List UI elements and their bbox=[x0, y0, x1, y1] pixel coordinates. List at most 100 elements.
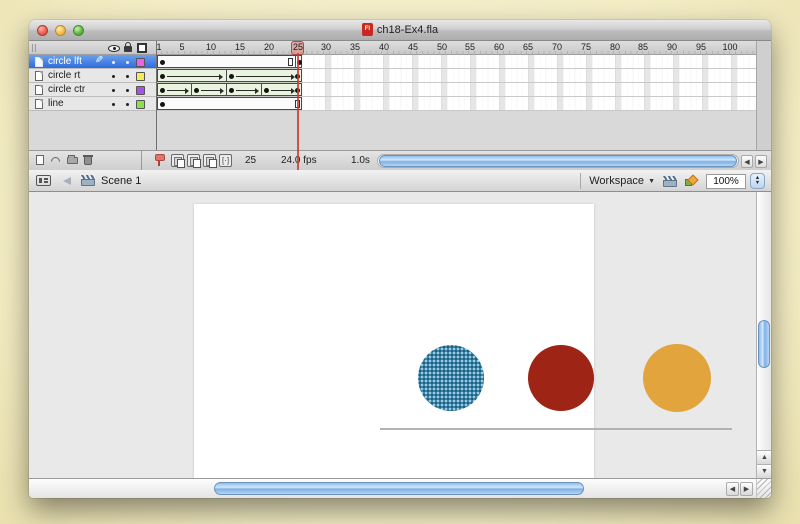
center-frame-icon[interactable] bbox=[153, 154, 166, 167]
ruler-frame-number[interactable]: 95 bbox=[696, 42, 706, 52]
back-arrow-icon[interactable] bbox=[63, 177, 71, 185]
timeline-scrollbar-thumb[interactable] bbox=[379, 155, 737, 167]
layer-row-line[interactable]: line bbox=[29, 97, 156, 111]
scene-name[interactable]: Scene 1 bbox=[101, 175, 141, 187]
vertical-scrollbar[interactable]: ▲ ▼ bbox=[756, 192, 771, 478]
outline-color-swatch[interactable] bbox=[136, 100, 145, 109]
layer-name[interactable]: circle lft bbox=[48, 56, 82, 67]
layer-row-circle-ctr[interactable]: circle ctr bbox=[29, 83, 156, 97]
workspace-dropdown[interactable]: Workspace ▼ bbox=[589, 175, 655, 187]
frames-grid[interactable] bbox=[157, 55, 756, 111]
ruler-frame-number[interactable]: 90 bbox=[667, 42, 677, 52]
edit-symbols-icon[interactable] bbox=[685, 175, 698, 188]
layer-visibility-dot[interactable] bbox=[112, 89, 115, 92]
keyframe-dot[interactable] bbox=[194, 88, 199, 93]
ruler-frame-number[interactable]: 60 bbox=[494, 42, 504, 52]
onion-skin-icon[interactable] bbox=[171, 154, 184, 167]
scroll-left-arrow-icon[interactable]: ◀ bbox=[741, 155, 753, 168]
ruler-frame-number[interactable]: 70 bbox=[552, 42, 562, 52]
motion-tween-span[interactable] bbox=[226, 69, 302, 82]
window-resize-grip[interactable] bbox=[756, 478, 771, 498]
ruler-frame-number[interactable]: 100 bbox=[722, 42, 737, 52]
edit-multiple-frames-icon[interactable] bbox=[203, 154, 216, 167]
timeline-ruler[interactable]: 1 5 10 15 20 25 30 35 40 45 50 55 60 65 … bbox=[29, 41, 771, 55]
keyframe-dot[interactable] bbox=[160, 74, 165, 79]
circle-center[interactable] bbox=[528, 345, 594, 411]
outline-color-swatch[interactable] bbox=[136, 72, 145, 81]
title-bar[interactable]: Fl ch18-Ex4.fla bbox=[29, 20, 771, 41]
lock-all-layers-icon[interactable] bbox=[124, 46, 132, 52]
stage-canvas[interactable] bbox=[194, 204, 594, 478]
frames-row-circle-ctr[interactable] bbox=[157, 83, 756, 97]
layer-lock-dot[interactable] bbox=[126, 103, 129, 106]
scroll-down-arrow-icon[interactable]: ▼ bbox=[757, 464, 771, 478]
modify-onion-markers-icon[interactable]: [·] bbox=[219, 154, 232, 167]
insert-layer-folder-icon[interactable] bbox=[66, 154, 79, 167]
outline-all-layers-icon[interactable] bbox=[137, 43, 147, 53]
outline-color-swatch[interactable] bbox=[136, 86, 145, 95]
motion-tween-span[interactable] bbox=[157, 83, 192, 96]
outline-color-swatch[interactable] bbox=[136, 58, 145, 67]
layer-lock-dot[interactable] bbox=[126, 61, 129, 64]
layer-row-circle-lft[interactable]: circle lft ✎ bbox=[29, 55, 156, 69]
ruler-frame-number[interactable]: 25 bbox=[293, 42, 303, 52]
layer-name[interactable]: circle ctr bbox=[48, 84, 85, 95]
horizontal-scrollbar-thumb[interactable] bbox=[214, 482, 584, 495]
keyframe-dot[interactable] bbox=[229, 88, 234, 93]
ruler-frame-number[interactable]: 15 bbox=[235, 42, 245, 52]
zoom-level-field[interactable]: 100% bbox=[706, 174, 746, 189]
horizontal-line-shape[interactable] bbox=[380, 428, 732, 430]
ruler-frame-number[interactable]: 5 bbox=[179, 42, 184, 52]
show-hide-all-layers-icon[interactable] bbox=[108, 45, 120, 52]
playhead-line[interactable] bbox=[297, 53, 299, 170]
motion-tween-span[interactable] bbox=[191, 83, 227, 96]
stage-pasteboard[interactable]: ▲ ▼ bbox=[29, 192, 771, 478]
keyframe-dot[interactable] bbox=[160, 102, 165, 107]
static-span[interactable] bbox=[157, 55, 296, 68]
layer-name[interactable]: circle rt bbox=[48, 70, 80, 81]
panel-grip-icon[interactable] bbox=[32, 44, 37, 52]
layer-visibility-dot[interactable] bbox=[112, 61, 115, 64]
zoom-stepper[interactable]: ▲▼ bbox=[750, 173, 765, 189]
scroll-up-arrow-icon[interactable]: ▲ bbox=[757, 450, 771, 464]
stepper-down-icon[interactable]: ▼ bbox=[755, 181, 760, 186]
ruler-frame-number[interactable]: 65 bbox=[523, 42, 533, 52]
ruler-frame-number[interactable]: 45 bbox=[408, 42, 418, 52]
edit-scene-icon[interactable] bbox=[663, 176, 677, 187]
ruler-frame-number[interactable]: 80 bbox=[610, 42, 620, 52]
scroll-right-arrow-icon[interactable]: ▶ bbox=[755, 155, 767, 168]
onion-skin-outlines-icon[interactable] bbox=[187, 154, 200, 167]
layer-row-circle-rt[interactable]: circle rt bbox=[29, 69, 156, 83]
ruler-frame-number[interactable]: 75 bbox=[581, 42, 591, 52]
keyframe-dot[interactable] bbox=[160, 60, 165, 65]
circle-right[interactable] bbox=[643, 344, 711, 412]
scroll-left-arrow-icon[interactable]: ◀ bbox=[726, 482, 739, 496]
add-motion-guide-icon[interactable] bbox=[50, 154, 63, 167]
layer-visibility-dot[interactable] bbox=[112, 75, 115, 78]
ruler-frame-number[interactable]: 30 bbox=[321, 42, 331, 52]
layer-visibility-dot[interactable] bbox=[112, 103, 115, 106]
layer-lock-dot[interactable] bbox=[126, 75, 129, 78]
delete-layer-icon[interactable] bbox=[82, 154, 95, 167]
layer-name[interactable]: line bbox=[48, 98, 64, 109]
ruler-frame-number[interactable]: 1 bbox=[156, 42, 161, 52]
layer-lock-dot[interactable] bbox=[126, 89, 129, 92]
frames-row-circle-rt[interactable] bbox=[157, 69, 756, 83]
keyframe-dot[interactable] bbox=[229, 74, 234, 79]
vertical-scrollbar-thumb[interactable] bbox=[758, 320, 770, 368]
ruler-frame-number[interactable]: 35 bbox=[350, 42, 360, 52]
motion-tween-span[interactable] bbox=[226, 83, 262, 96]
frames-row-circle-lft[interactable] bbox=[157, 55, 756, 69]
ruler-frame-number[interactable]: 40 bbox=[379, 42, 389, 52]
insert-layer-icon[interactable] bbox=[34, 154, 47, 167]
ruler-frame-number[interactable]: 50 bbox=[437, 42, 447, 52]
ruler-frame-number[interactable]: 20 bbox=[264, 42, 274, 52]
static-span[interactable] bbox=[157, 97, 302, 110]
keyframe-dot[interactable] bbox=[264, 88, 269, 93]
keyframe-dot[interactable] bbox=[160, 88, 165, 93]
motion-tween-span[interactable] bbox=[261, 83, 302, 96]
scroll-right-arrow-icon[interactable]: ▶ bbox=[740, 482, 753, 496]
ruler-frame-number[interactable]: 55 bbox=[465, 42, 475, 52]
timeline-toggle-icon[interactable] bbox=[36, 175, 51, 186]
horizontal-scrollbar[interactable]: ◀ ▶ bbox=[29, 478, 771, 498]
